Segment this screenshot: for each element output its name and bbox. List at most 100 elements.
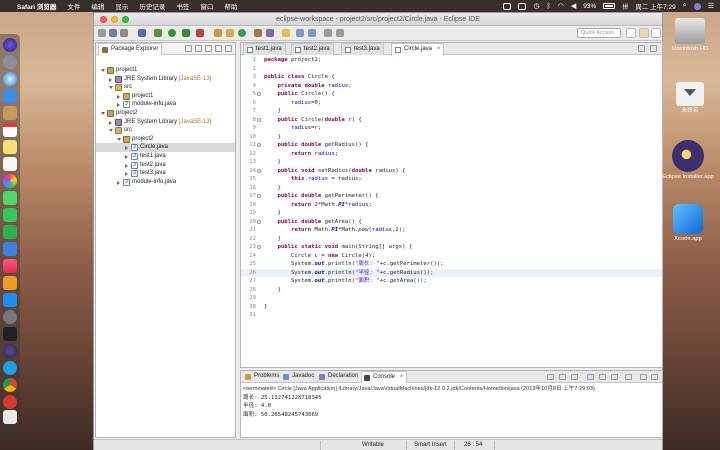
expanded-arrow-icon[interactable] bbox=[109, 86, 113, 90]
battery-percent[interactable]: 93% bbox=[583, 3, 596, 10]
java-perspective-icon[interactable] bbox=[639, 28, 649, 38]
new-class-icon[interactable] bbox=[238, 29, 246, 37]
desktop-macintosh-hd[interactable]: Macintosh HD bbox=[664, 18, 716, 53]
menu-bookmarks[interactable]: 书签 bbox=[176, 1, 189, 11]
tree-item-project1[interactable]: project1 bbox=[96, 66, 235, 75]
tab-javadoc[interactable]: Javadoc bbox=[281, 371, 317, 383]
save-icon[interactable] bbox=[109, 29, 117, 37]
tab-declaration[interactable]: Declaration bbox=[317, 371, 361, 383]
launchpad-icon[interactable] bbox=[3, 55, 17, 69]
chrome-icon[interactable] bbox=[3, 378, 17, 392]
tree-item-test2-java[interactable]: test2.java bbox=[96, 161, 235, 169]
forward-icon[interactable] bbox=[336, 29, 344, 37]
menu-view[interactable]: 显示 bbox=[115, 1, 128, 11]
contacts-icon[interactable] bbox=[3, 106, 17, 120]
editor-tab-test2[interactable]: test2.java bbox=[291, 43, 334, 55]
quick-access-input[interactable]: Quick Access bbox=[577, 28, 621, 38]
qq-dock-icon[interactable] bbox=[3, 361, 17, 375]
terminal-icon[interactable] bbox=[3, 327, 17, 341]
editor-tab-test3[interactable]: test3.java bbox=[341, 43, 384, 55]
toggle-mark-icon[interactable] bbox=[282, 29, 290, 37]
system-preferences-icon[interactable] bbox=[3, 310, 17, 324]
save-all-icon[interactable] bbox=[120, 29, 128, 37]
fold-toggle-icon[interactable] bbox=[257, 117, 261, 122]
open-perspective-icon[interactable] bbox=[626, 28, 636, 38]
desktop-unnamed-drive[interactable]: 未命名 bbox=[664, 82, 716, 115]
desktop-eclipse-installer[interactable]: Eclipse Installer.app bbox=[662, 140, 714, 181]
tree-item-package-project2[interactable]: project2 bbox=[96, 135, 235, 144]
close-tab-icon[interactable]: × bbox=[400, 374, 404, 380]
display-icon[interactable] bbox=[518, 2, 527, 10]
qq-icon[interactable] bbox=[503, 2, 512, 10]
editor-tab-circle[interactable]: Circle.java × bbox=[391, 43, 445, 56]
window-titlebar[interactable]: eclipse-workspace - project2/src/project… bbox=[94, 13, 662, 26]
keynote-icon[interactable] bbox=[3, 242, 17, 256]
eclipse-dock-icon[interactable] bbox=[3, 344, 17, 358]
maximize-view-icon[interactable] bbox=[651, 374, 658, 380]
new-package-icon[interactable] bbox=[226, 29, 234, 37]
menu-file[interactable]: 文件 bbox=[67, 1, 80, 11]
back-icon[interactable] bbox=[324, 29, 332, 37]
photos-icon[interactable] bbox=[3, 174, 17, 188]
collapse-all-icon[interactable] bbox=[185, 45, 192, 52]
expanded-arrow-icon[interactable] bbox=[109, 129, 113, 133]
link-with-editor-icon[interactable] bbox=[195, 45, 202, 52]
maximize-editor-icon[interactable] bbox=[650, 45, 657, 52]
skip-breakpoints-icon[interactable] bbox=[138, 29, 146, 37]
minimize-view-icon[interactable] bbox=[640, 374, 647, 380]
tree-item-test1-java[interactable]: test1.java bbox=[96, 152, 235, 161]
tree-item-jre-library[interactable]: JRE System Library [JavaSE-13] bbox=[96, 118, 235, 127]
siri-icon[interactable] bbox=[693, 2, 701, 10]
tab-problems[interactable]: Problems bbox=[243, 371, 282, 383]
search-icon[interactable] bbox=[266, 29, 274, 37]
menu-history[interactable]: 历史记录 bbox=[139, 1, 165, 11]
pin-console-icon[interactable] bbox=[611, 374, 618, 380]
maximize-view-icon[interactable] bbox=[225, 45, 232, 52]
tab-console[interactable]: Console × bbox=[361, 371, 408, 383]
spotlight-icon[interactable]: ⌕ bbox=[683, 2, 687, 10]
collapsed-arrow-icon[interactable] bbox=[117, 180, 120, 185]
debug-icon[interactable] bbox=[154, 29, 162, 37]
word-wrap-icon[interactable] bbox=[599, 374, 606, 380]
collapsed-arrow-icon[interactable] bbox=[125, 172, 128, 177]
open-type-icon[interactable] bbox=[254, 29, 262, 37]
reminders-icon[interactable] bbox=[3, 157, 17, 171]
netease-music-icon[interactable] bbox=[3, 395, 17, 409]
fold-toggle-icon[interactable] bbox=[257, 168, 261, 173]
mail-icon[interactable] bbox=[3, 89, 17, 103]
tree-item-module-info[interactable]: module-info.java bbox=[96, 178, 235, 186]
music-icon[interactable] bbox=[3, 259, 17, 273]
volume-icon[interactable]: ◀ bbox=[571, 2, 576, 10]
tree-item-jre-library[interactable]: JRE System Library [JavaSE-13] bbox=[96, 75, 235, 84]
siri-dock-icon[interactable] bbox=[3, 38, 17, 52]
messages-icon[interactable] bbox=[3, 191, 17, 205]
tree-item-module-info[interactable]: module-info.java bbox=[96, 100, 235, 109]
menu-help[interactable]: 帮助 bbox=[224, 1, 237, 11]
minimize-editor-icon[interactable] bbox=[638, 45, 645, 52]
editor-tab-test1[interactable]: test1.java bbox=[243, 43, 286, 55]
menu-window[interactable]: 窗口 bbox=[200, 1, 213, 11]
package-explorer-tab[interactable]: Package Explorer bbox=[98, 43, 163, 55]
collapsed-arrow-icon[interactable] bbox=[117, 94, 120, 99]
tree-item-circle-java[interactable]: Circle.java bbox=[96, 143, 235, 152]
tree-item-test3-java[interactable]: test3.java bbox=[96, 169, 235, 178]
facetime-icon[interactable] bbox=[3, 208, 17, 222]
collapsed-arrow-icon[interactable] bbox=[125, 163, 128, 168]
notification-center-icon[interactable]: ☰ bbox=[708, 2, 714, 10]
expanded-arrow-icon[interactable] bbox=[117, 137, 121, 141]
safari-icon[interactable] bbox=[3, 72, 17, 86]
next-annotation-icon[interactable] bbox=[296, 29, 304, 37]
downloads-stack-icon[interactable] bbox=[3, 410, 17, 424]
clear-console-icon[interactable] bbox=[547, 374, 554, 380]
minimize-window-button[interactable] bbox=[111, 16, 118, 23]
menu-edit[interactable]: 编辑 bbox=[91, 1, 104, 11]
input-source-icon[interactable]: 拼 bbox=[622, 2, 628, 11]
fold-toggle-icon[interactable] bbox=[257, 219, 261, 224]
battery-icon[interactable] bbox=[603, 3, 616, 9]
menu-app-name[interactable]: Safari 浏览器 bbox=[17, 1, 56, 11]
close-tab-icon[interactable]: × bbox=[437, 46, 441, 52]
books-icon[interactable] bbox=[3, 276, 17, 290]
wifi-icon[interactable]: ◠ bbox=[558, 2, 564, 10]
close-window-button[interactable] bbox=[100, 16, 107, 23]
scroll-lock-icon[interactable] bbox=[587, 374, 594, 380]
